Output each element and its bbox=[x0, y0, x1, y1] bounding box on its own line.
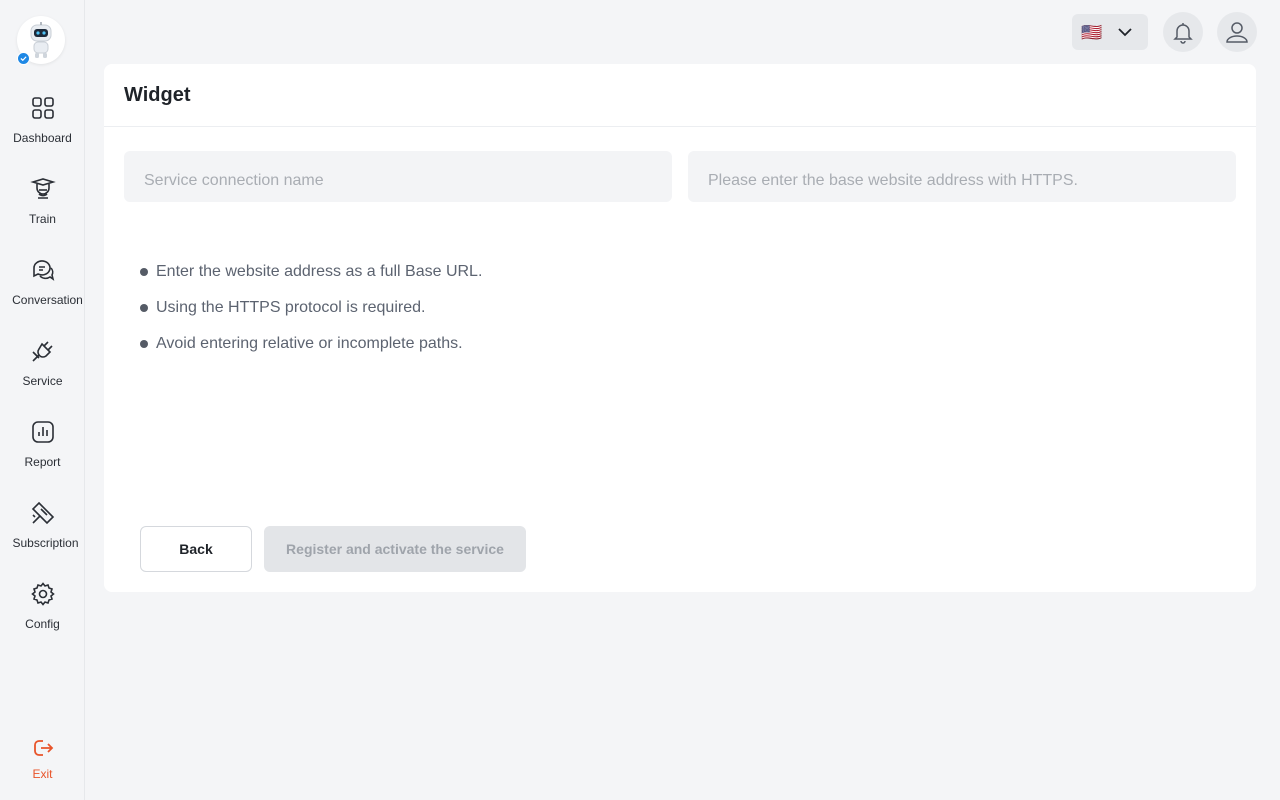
list-item: Using the HTTPS protocol is required. bbox=[140, 290, 482, 326]
service-connection-name-input[interactable] bbox=[124, 151, 672, 202]
sidebar-item-subscription[interactable]: Subscription bbox=[0, 500, 85, 570]
sidebar-item-report[interactable]: Report bbox=[0, 419, 85, 489]
register-activate-button[interactable]: Register and activate the service bbox=[264, 526, 526, 572]
logout-icon bbox=[33, 740, 53, 756]
plug-icon bbox=[31, 341, 53, 362]
notifications-button[interactable] bbox=[1163, 12, 1203, 52]
back-button[interactable]: Back bbox=[140, 526, 252, 572]
robot-avatar-logo[interactable] bbox=[17, 16, 65, 65]
exit-button[interactable]: Exit bbox=[0, 735, 85, 800]
user-icon bbox=[1226, 22, 1248, 43]
bullet-dot bbox=[140, 304, 148, 312]
sidebar-item-conversation[interactable]: Conversation bbox=[0, 257, 85, 327]
page-title: Widget bbox=[124, 83, 191, 106]
bullet-dot bbox=[140, 340, 148, 348]
sidebar-item-train[interactable]: Train bbox=[0, 176, 85, 246]
ticket-icon bbox=[31, 501, 54, 525]
widget-card: Widget Enter the website address as a fu… bbox=[104, 64, 1256, 592]
sidebar-item-config[interactable]: Config bbox=[0, 581, 85, 651]
gear-icon bbox=[30, 582, 55, 606]
verified-badge-icon bbox=[17, 52, 30, 65]
card-header: Widget bbox=[104, 64, 1256, 127]
report-icon bbox=[31, 421, 54, 443]
sidebar-item-label: Train bbox=[29, 212, 56, 226]
graduation-icon bbox=[29, 178, 56, 199]
sidebar-item-label: Config bbox=[25, 617, 60, 631]
bullet-dot bbox=[140, 268, 148, 276]
sidebar-item-label: Service bbox=[22, 374, 63, 388]
sidebar-item-label: Dashboard bbox=[13, 131, 72, 145]
sidebar: Dashboard Train Conversation Service Rep… bbox=[0, 0, 85, 800]
robot-icon bbox=[30, 22, 52, 58]
list-item: Avoid entering relative or incomplete pa… bbox=[140, 326, 482, 362]
user-profile-button[interactable] bbox=[1217, 12, 1257, 52]
chevron-down-icon bbox=[1118, 28, 1132, 37]
language-selector[interactable]: 🇺🇸 bbox=[1072, 14, 1148, 50]
hint-text: Enter the website address as a full Base… bbox=[156, 263, 483, 280]
hint-text: Using the HTTPS protocol is required. bbox=[156, 299, 426, 316]
list-item: Enter the website address as a full Base… bbox=[140, 254, 482, 290]
sidebar-item-label: Subscription bbox=[12, 536, 79, 550]
base-url-input[interactable] bbox=[688, 151, 1236, 202]
dashboard-icon bbox=[31, 97, 54, 119]
us-flag-icon: 🇺🇸 bbox=[1081, 22, 1103, 42]
sidebar-item-label: Report bbox=[24, 455, 61, 469]
sidebar-item-dashboard[interactable]: Dashboard bbox=[0, 95, 85, 165]
chat-icon bbox=[32, 260, 54, 281]
hint-text: Avoid entering relative or incomplete pa… bbox=[156, 335, 463, 352]
sidebar-item-service[interactable]: Service bbox=[0, 338, 85, 408]
bell-icon bbox=[1173, 23, 1193, 44]
sidebar-item-label: Conversation bbox=[12, 293, 83, 307]
exit-label: Exit bbox=[32, 767, 53, 781]
hint-list: Enter the website address as a full Base… bbox=[140, 254, 482, 362]
